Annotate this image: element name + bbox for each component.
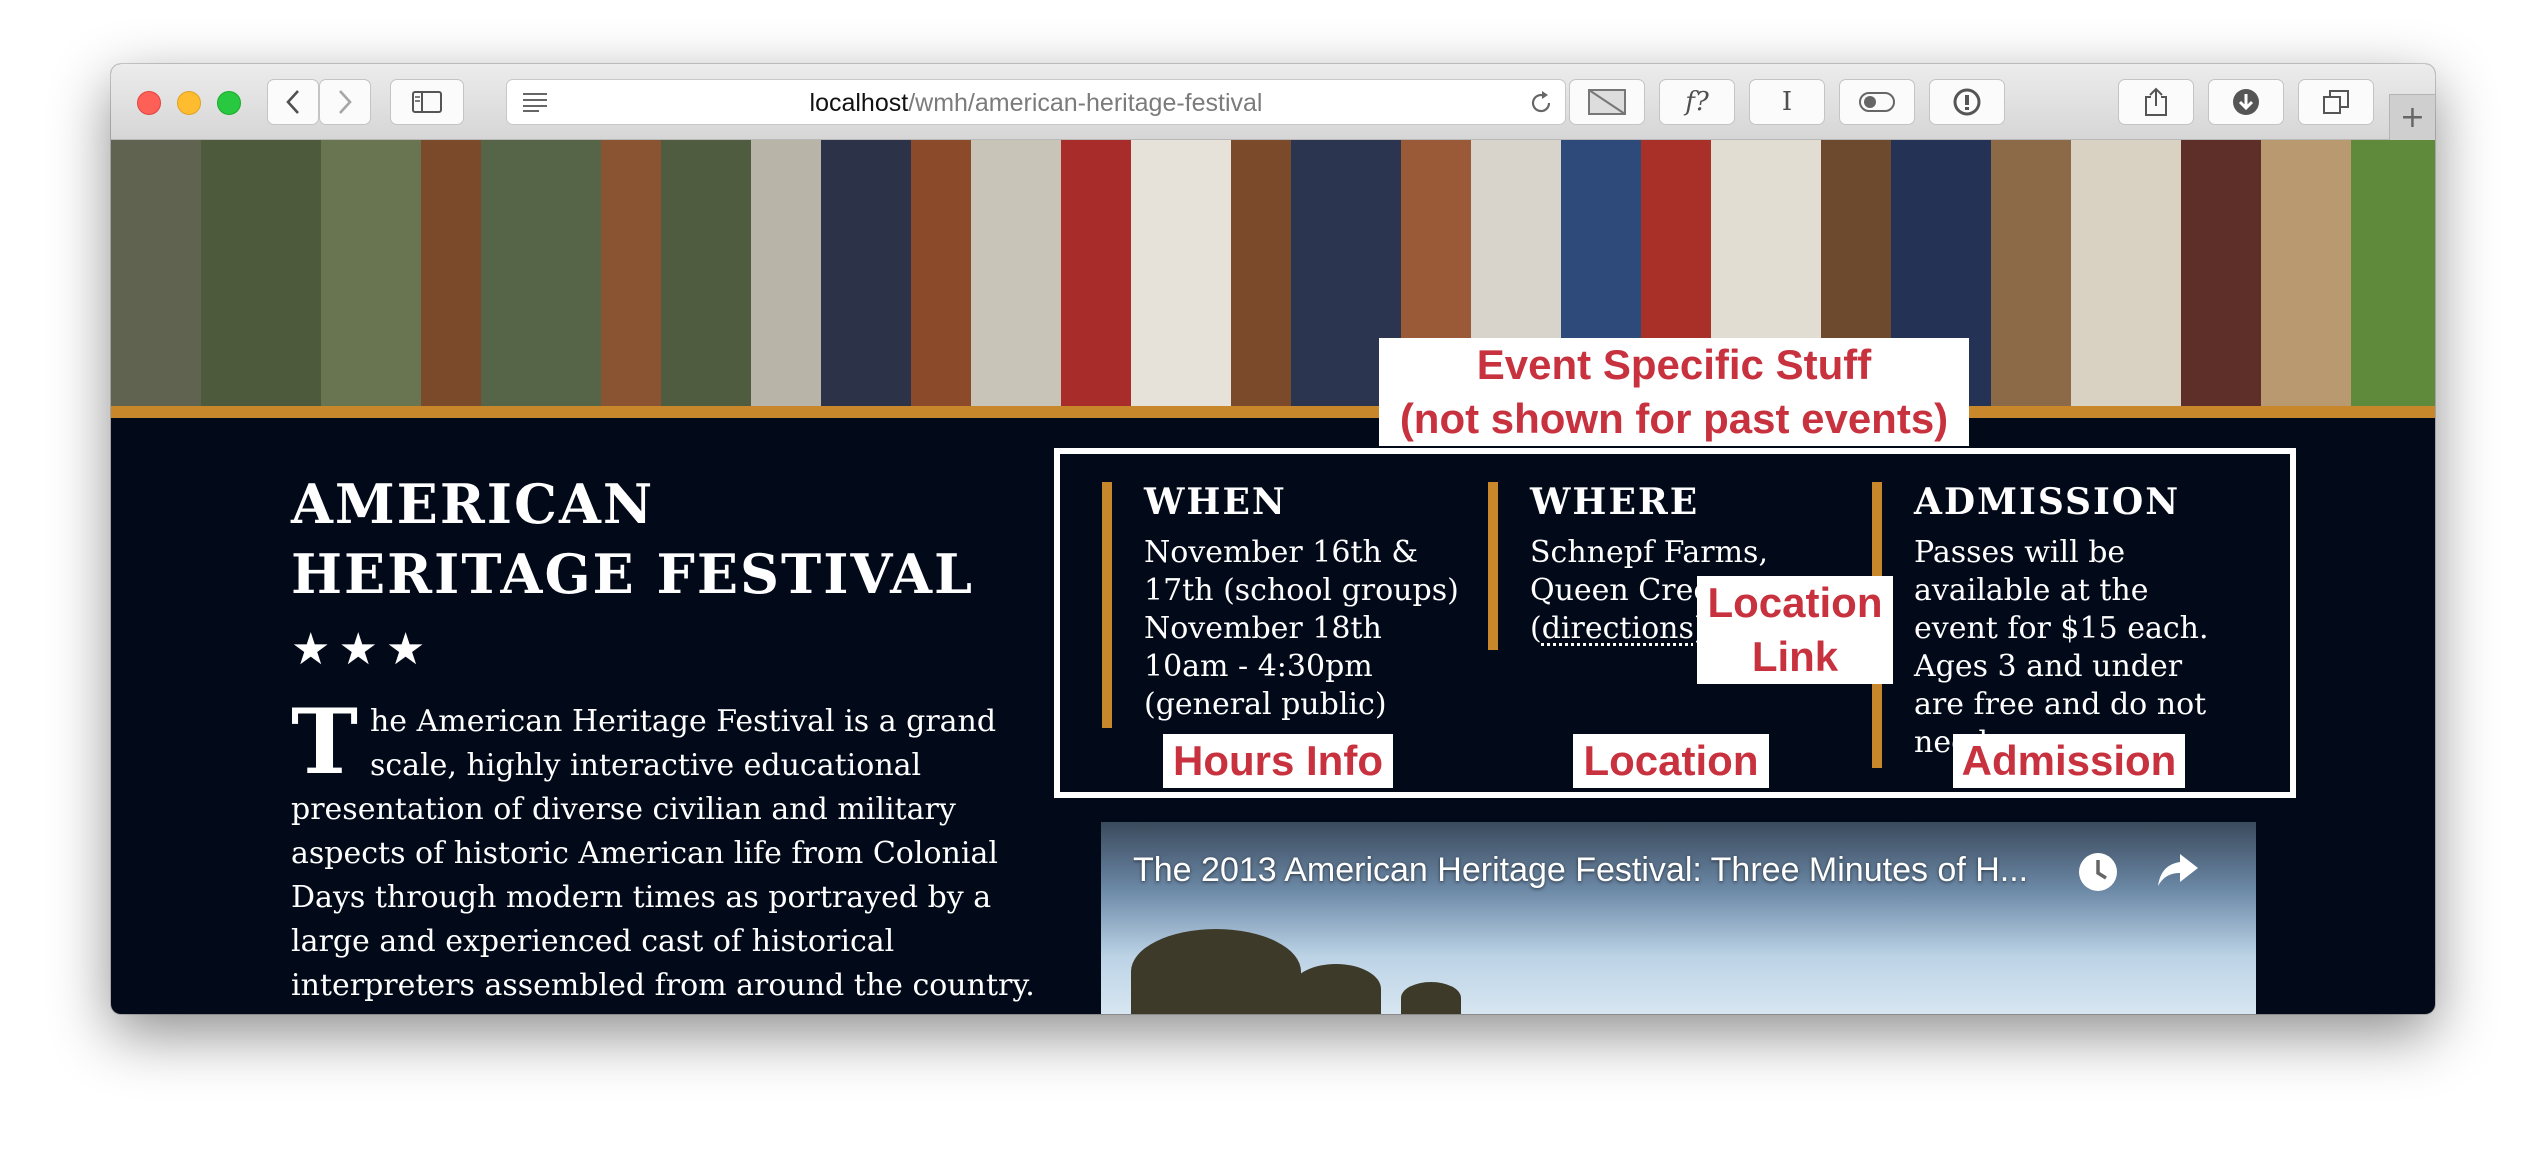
hero-image	[111, 140, 2435, 406]
url-text: localhost/wmh/american-heritage-festival	[507, 80, 1565, 126]
info-icon	[1953, 88, 1981, 116]
close-window-button[interactable]	[137, 91, 161, 115]
annotation-location-link-line-2: Link	[1751, 633, 1839, 680]
url-host: localhost	[809, 89, 909, 117]
directions-link[interactable]: directions	[1542, 611, 1694, 646]
cursor-extension-button[interactable]: I	[1749, 79, 1825, 125]
address-bar[interactable]: localhost/wmh/american-heritage-festival	[506, 79, 1566, 125]
toggle-extension-button[interactable]	[1839, 79, 1915, 125]
where-accent-bar	[1488, 482, 1498, 650]
reload-icon[interactable]	[1529, 91, 1553, 115]
where-line-1: Schnepf Farms,	[1530, 535, 1768, 570]
admission-text: Passes will be available at the event fo…	[1914, 535, 2209, 760]
image-icon	[1588, 89, 1626, 115]
admission-heading: ADMISSION	[1914, 481, 2181, 523]
where-heading: WHERE	[1530, 481, 1700, 523]
new-tab-button[interactable]: +	[2389, 94, 2435, 140]
share-icon	[2145, 87, 2167, 116]
embedded-video[interactable]: The 2013 American Heritage Festival: Thr…	[1101, 822, 2256, 1014]
zoom-window-button[interactable]	[217, 91, 241, 115]
annotation-admission: Admission	[1953, 734, 2185, 788]
sidebar-icon	[412, 91, 442, 113]
tabs-overview-button[interactable]	[2298, 79, 2374, 125]
page-title: AMERICAN HERITAGE FESTIVAL	[291, 472, 975, 606]
intro-paragraph: The American Heritage Festival is a gran…	[291, 689, 1061, 1008]
sidebar-button[interactable]	[390, 79, 464, 125]
browser-toolbar: localhost/wmh/american-heritage-festival…	[111, 64, 2435, 140]
font-icon: f?	[1685, 87, 1709, 117]
forward-icon	[339, 90, 352, 114]
annotation-location-link-line-1: Location	[1707, 579, 1883, 626]
when-heading: WHEN	[1144, 481, 1287, 523]
video-title[interactable]: The 2013 American Heritage Festival: Thr…	[1133, 848, 2073, 892]
forward-button[interactable]	[319, 79, 371, 125]
minimize-window-button[interactable]	[177, 91, 201, 115]
downloads-button[interactable]	[2208, 79, 2284, 125]
download-icon	[2233, 89, 2259, 115]
hero-divider	[111, 406, 2435, 418]
toggle-icon	[1859, 92, 1895, 112]
annotation-event-specific-line-2: (not shown for past events)	[1399, 395, 1949, 442]
when-text: November 16th & 17th (school groups) Nov…	[1144, 535, 1459, 722]
back-button[interactable]	[267, 79, 319, 125]
annotation-event-specific: Event Specific Stuff (not shown for past…	[1379, 338, 1969, 446]
url-path: /wmh/american-heritage-festival	[908, 89, 1263, 117]
watch-later-icon[interactable]	[2076, 850, 2120, 894]
back-icon	[286, 90, 299, 114]
cursor-icon: I	[1781, 87, 1793, 117]
tabs-icon	[2323, 90, 2349, 114]
font-extension-button[interactable]: f?	[1659, 79, 1735, 125]
info-extension-button[interactable]	[1929, 79, 2005, 125]
annotation-location-link: Location Link	[1697, 576, 1893, 684]
annotation-event-specific-line-1: Event Specific Stuff	[1476, 341, 1872, 388]
rating-stars: ★★★	[291, 624, 434, 675]
browser-window: localhost/wmh/american-heritage-festival…	[111, 64, 2435, 1014]
plus-icon: +	[2399, 100, 2426, 135]
intro-dropcap: T	[291, 689, 358, 795]
annotation-location: Location	[1573, 734, 1769, 788]
when-accent-bar	[1102, 482, 1112, 728]
video-share-icon[interactable]	[2156, 850, 2200, 890]
intro-text: he American Heritage Festival is a grand…	[291, 704, 1035, 1003]
share-button[interactable]	[2118, 79, 2194, 125]
image-extension-button[interactable]	[1569, 79, 1645, 125]
annotation-hours-info: Hours Info	[1163, 734, 1393, 788]
directions-open-paren: (	[1530, 611, 1542, 646]
